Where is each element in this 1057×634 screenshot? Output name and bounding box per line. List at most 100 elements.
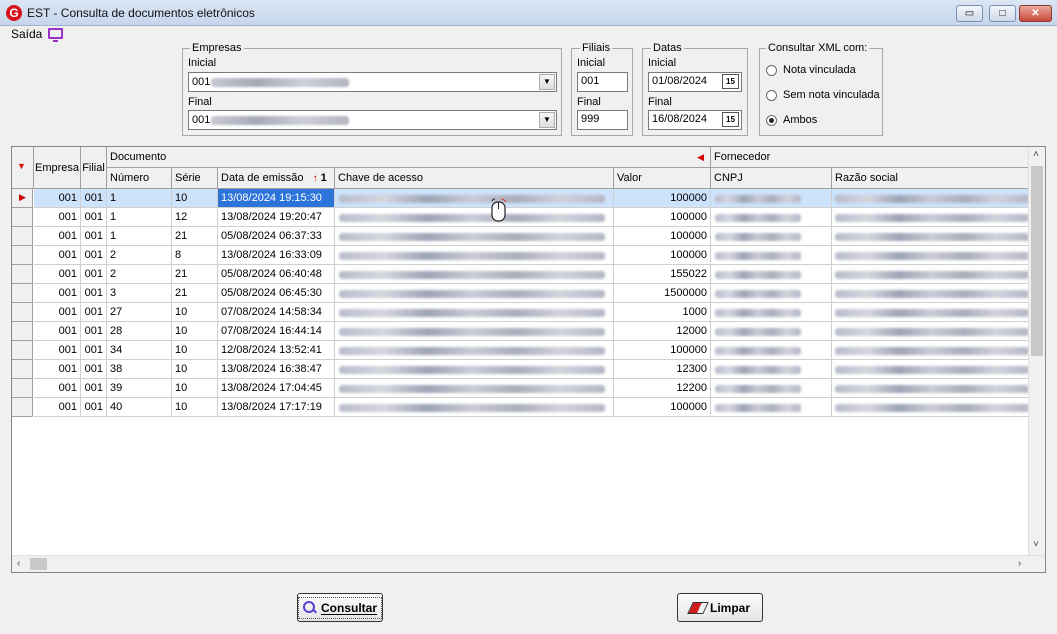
radio-circle-selected[interactable] <box>766 115 777 126</box>
cell-chave-acesso[interactable] <box>335 284 614 303</box>
cell-filial[interactable]: 001 <box>81 398 107 417</box>
scroll-thumb[interactable] <box>1031 166 1043 356</box>
horizontal-scrollbar[interactable]: ‹ › <box>12 555 1045 572</box>
empresa-final-select[interactable]: 001 ▼ <box>188 110 557 130</box>
cell-data[interactable]: 13/08/2024 19:15:30 <box>218 189 335 208</box>
cell-serie[interactable]: 10 <box>172 360 218 379</box>
cell-razao-social[interactable] <box>832 360 1031 379</box>
cell-filial[interactable]: 001 <box>81 189 107 208</box>
cell-valor[interactable]: 100000 <box>614 398 711 417</box>
col-razao-social[interactable]: Razão social <box>832 168 1031 189</box>
cell-empresa[interactable]: 001 <box>34 360 81 379</box>
scroll-up-icon[interactable]: ˄ <box>1033 149 1039 160</box>
row-indicator[interactable] <box>12 208 33 227</box>
cell-data[interactable]: 12/08/2024 13:52:41 <box>218 341 335 360</box>
cell-filial[interactable]: 001 <box>81 303 107 322</box>
cell-chave-acesso[interactable] <box>335 189 614 208</box>
cell-razao-social[interactable] <box>832 265 1031 284</box>
chevron-down-icon[interactable]: ▼ <box>539 74 555 90</box>
cell-razao-social[interactable] <box>832 227 1031 246</box>
cell-chave-acesso[interactable] <box>335 246 614 265</box>
cell-cnpj[interactable] <box>711 265 832 284</box>
cell-serie[interactable]: 8 <box>172 246 218 265</box>
row-indicator[interactable] <box>12 322 33 341</box>
cell-empresa[interactable]: 001 <box>34 208 81 227</box>
cell-razao-social[interactable] <box>832 341 1031 360</box>
cell-cnpj[interactable] <box>711 360 832 379</box>
maximize-button[interactable]: □ <box>989 5 1016 22</box>
row-indicator[interactable] <box>12 227 33 246</box>
cell-cnpj[interactable] <box>711 208 832 227</box>
cell-valor[interactable]: 12300 <box>614 360 711 379</box>
cell-valor[interactable]: 100000 <box>614 208 711 227</box>
cell-valor[interactable]: 100000 <box>614 189 711 208</box>
cell-data[interactable]: 13/08/2024 19:20:47 <box>218 208 335 227</box>
cell-filial[interactable]: 001 <box>81 265 107 284</box>
cell-empresa[interactable]: 001 <box>34 303 81 322</box>
cell-empresa[interactable]: 001 <box>34 265 81 284</box>
cell-razao-social[interactable] <box>832 379 1031 398</box>
cell-numero[interactable]: 38 <box>107 360 172 379</box>
col-cnpj[interactable]: CNPJ <box>711 168 832 189</box>
cell-numero[interactable]: 39 <box>107 379 172 398</box>
filter-arrow-icon[interactable]: ▼ <box>17 161 26 171</box>
row-indicator[interactable] <box>12 265 33 284</box>
cell-empresa[interactable]: 001 <box>34 379 81 398</box>
cell-razao-social[interactable] <box>832 284 1031 303</box>
cell-valor[interactable]: 155022 <box>614 265 711 284</box>
cell-chave-acesso[interactable] <box>335 227 614 246</box>
cell-chave-acesso[interactable] <box>335 208 614 227</box>
cell-cnpj[interactable] <box>711 341 832 360</box>
cell-numero[interactable]: 2 <box>107 265 172 284</box>
cell-cnpj[interactable] <box>711 246 832 265</box>
table-row[interactable]: 001 001 2 21 05/08/2024 06:40:48 155022 <box>12 265 1032 284</box>
row-indicator[interactable] <box>12 360 33 379</box>
table-row[interactable]: 001 001 38 10 13/08/2024 16:38:47 12300 <box>12 360 1032 379</box>
cell-cnpj[interactable] <box>711 322 832 341</box>
radio-circle[interactable] <box>766 90 777 101</box>
row-indicator[interactable] <box>12 379 33 398</box>
cell-valor[interactable]: 12200 <box>614 379 711 398</box>
cell-serie[interactable]: 21 <box>172 284 218 303</box>
col-serie[interactable]: Série <box>172 168 218 189</box>
chevron-down-icon[interactable]: ▼ <box>539 112 555 128</box>
col-empresa[interactable]: Empresa <box>34 147 81 189</box>
col-filial[interactable]: Filial <box>81 147 107 189</box>
cell-empresa[interactable]: 001 <box>34 246 81 265</box>
cell-filial[interactable]: 001 <box>81 208 107 227</box>
cell-chave-acesso[interactable] <box>335 379 614 398</box>
table-row[interactable]: 001 001 1 12 13/08/2024 19:20:47 100000 <box>12 208 1032 227</box>
radio-circle[interactable] <box>766 65 777 76</box>
table-row[interactable]: 001 001 2 8 13/08/2024 16:33:09 100000 <box>12 246 1032 265</box>
cell-razao-social[interactable] <box>832 208 1031 227</box>
filial-inicial-input[interactable]: 001 <box>577 72 628 92</box>
row-indicator[interactable] <box>12 303 33 322</box>
close-button[interactable]: ✕ <box>1019 5 1052 22</box>
cell-data[interactable]: 07/08/2024 16:44:14 <box>218 322 335 341</box>
cell-filial[interactable]: 001 <box>81 227 107 246</box>
cell-razao-social[interactable] <box>832 303 1031 322</box>
cell-numero[interactable]: 2 <box>107 246 172 265</box>
cell-razao-social[interactable] <box>832 398 1031 417</box>
cell-serie[interactable]: 10 <box>172 322 218 341</box>
row-indicator[interactable] <box>12 398 33 417</box>
cell-empresa[interactable]: 001 <box>34 284 81 303</box>
table-row[interactable]: 001 001 1 21 05/08/2024 06:37:33 100000 <box>12 227 1032 246</box>
grid-corner[interactable]: ▼ <box>12 147 34 189</box>
vertical-scrollbar[interactable]: ˄ ˅ <box>1028 147 1045 557</box>
cell-valor[interactable]: 1500000 <box>614 284 711 303</box>
cell-valor[interactable]: 12000 <box>614 322 711 341</box>
scroll-thumb[interactable] <box>30 558 47 570</box>
empresa-inicial-select[interactable]: 001 ▼ <box>188 72 557 92</box>
cell-serie[interactable]: 10 <box>172 379 218 398</box>
cell-valor[interactable]: 100000 <box>614 246 711 265</box>
cell-cnpj[interactable] <box>711 189 832 208</box>
cell-data[interactable]: 05/08/2024 06:37:33 <box>218 227 335 246</box>
cell-filial[interactable]: 001 <box>81 341 107 360</box>
table-row[interactable]: 001 001 34 10 12/08/2024 13:52:41 100000 <box>12 341 1032 360</box>
cell-filial[interactable]: 001 <box>81 284 107 303</box>
cell-cnpj[interactable] <box>711 227 832 246</box>
cell-filial[interactable]: 001 <box>81 360 107 379</box>
table-row[interactable]: 001 001 28 10 07/08/2024 16:44:14 12000 <box>12 322 1032 341</box>
cell-numero[interactable]: 34 <box>107 341 172 360</box>
